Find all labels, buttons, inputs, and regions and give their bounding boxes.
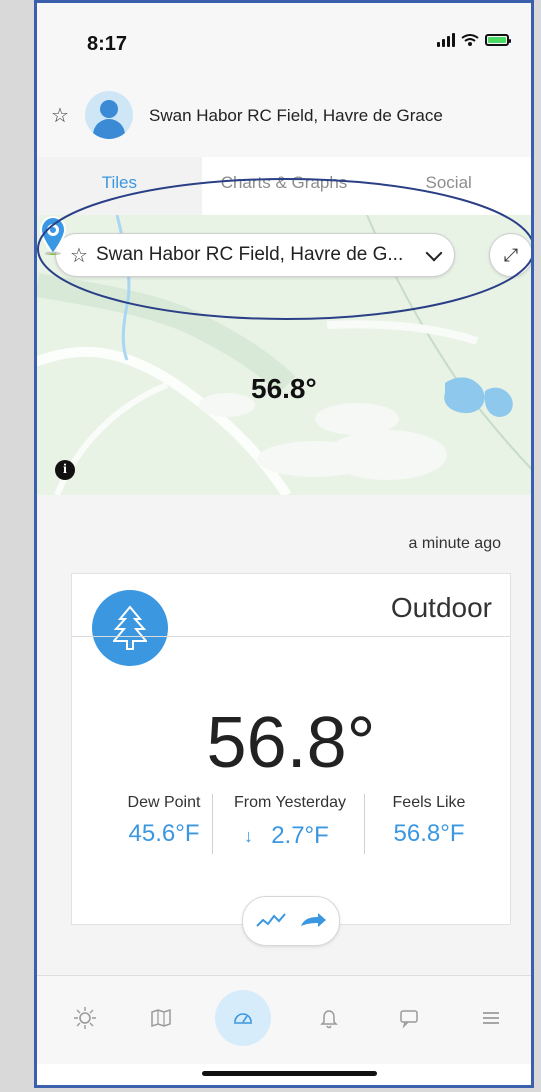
location-selector[interactable]: ☆ Swan Habor RC Field, Havre de G... (55, 233, 455, 277)
tree-glyph (113, 605, 147, 650)
map-temperature-label: 56.8° (251, 373, 317, 404)
star-outline-icon[interactable]: ☆ (70, 243, 88, 268)
trend-chart-icon[interactable] (255, 912, 287, 930)
dew-point-stat: Dew Point 45.6°F (106, 794, 222, 848)
location-marker-icon[interactable] (37, 215, 69, 255)
wifi-icon (461, 34, 479, 46)
current-temperature: 56.8° (206, 703, 376, 783)
messages-icon[interactable] (387, 996, 431, 1040)
chart-share-button[interactable] (242, 896, 340, 946)
weather-map[interactable]: ☆ Swan Habor RC Field, Havre de G... ⤢ 5… (37, 215, 531, 495)
stat-divider (364, 794, 365, 854)
view-tabs: Tiles Charts & Graphs Social (37, 157, 531, 215)
feels-like-value: 56.8°F (393, 820, 465, 847)
outdoor-card: Outdoor 56.8° Dew Point 45.6°F From Yest… (71, 573, 511, 946)
temperature-stats: Dew Point 45.6°F From Yesterday 2.7°F ↓ … (72, 794, 510, 864)
share-arrow-icon[interactable] (297, 912, 327, 930)
down-arrow-icon: ↓ (244, 826, 253, 846)
feels-like-stat: Feels Like 56.8°F (374, 794, 484, 848)
tree-icon (92, 590, 168, 666)
user-avatar[interactable] (85, 91, 133, 139)
status-time: 8:17 (87, 33, 128, 55)
menu-icon[interactable] (469, 996, 513, 1040)
info-icon[interactable]: i (55, 460, 75, 480)
tab-charts-graphs[interactable]: Charts & Graphs (201, 157, 367, 215)
dashboard-icon[interactable] (215, 990, 271, 1046)
from-yesterday-label: From Yesterday (233, 794, 347, 811)
weather-icon[interactable] (63, 996, 107, 1040)
home-indicator (202, 1071, 377, 1076)
card-divider (72, 636, 510, 637)
favorite-star-icon[interactable]: ☆ (51, 103, 69, 128)
avatar-body (93, 119, 125, 139)
tab-social[interactable]: Social (366, 157, 531, 215)
expand-map-button[interactable]: ⤢ (489, 233, 531, 277)
bottom-navigation (37, 975, 531, 1064)
location-header: ☆ Swan Habor RC Field, Havre de Grace (37, 73, 531, 157)
signal-icon (437, 33, 455, 47)
current-conditions-section: a minute ago Outdoor 56.8° Dew Point 45.… (37, 495, 531, 975)
location-title: Swan Habor RC Field, Havre de Grace (149, 106, 443, 125)
tab-tiles[interactable]: Tiles (37, 157, 202, 215)
dew-point-value: 45.6°F (128, 820, 200, 847)
card-title: Outdoor (390, 592, 492, 623)
avatar-head (100, 100, 118, 118)
notifications-icon[interactable] (307, 996, 351, 1040)
stat-divider (212, 794, 213, 854)
status-icons (437, 33, 511, 47)
chevron-down-icon[interactable] (425, 244, 443, 262)
feels-like-label: Feels Like (392, 794, 466, 811)
location-selector-text: Swan Habor RC Field, Havre de G... (95, 244, 404, 265)
status-bar: 8:17 (37, 3, 531, 73)
last-updated-text: a minute ago (408, 535, 501, 552)
map-icon[interactable] (139, 996, 183, 1040)
app-frame: 8:17 ☆ Swan Habor RC Field, Havre de Gra… (34, 0, 534, 1088)
dew-point-label: Dew Point (127, 794, 201, 811)
battery-charging-icon (485, 34, 511, 46)
expand-icon: ⤢ (503, 244, 519, 265)
